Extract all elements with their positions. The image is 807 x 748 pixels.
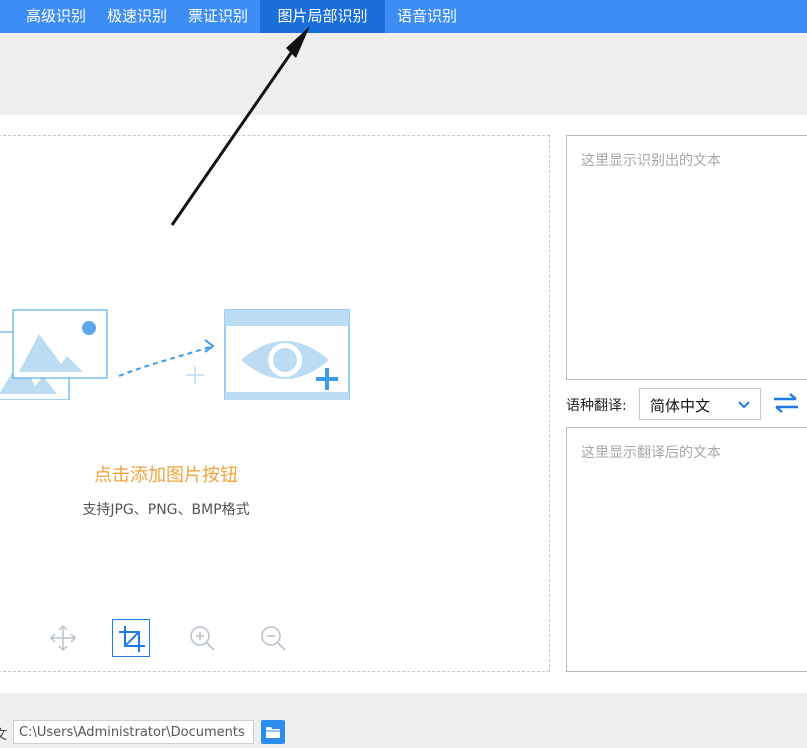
toolbar-area bbox=[0, 33, 807, 115]
chevron-down-icon bbox=[738, 401, 750, 409]
language-select[interactable]: 简体中文 bbox=[639, 388, 761, 420]
photo-front-icon bbox=[12, 309, 108, 379]
top-nav: 高级识别 极速识别 票证识别 图片局部识别 语音识别 bbox=[0, 0, 807, 33]
save-path-label: 文 bbox=[0, 728, 8, 743]
swap-arrows-icon bbox=[774, 393, 798, 413]
translate-language-row: 语种翻译: 简体中文 bbox=[566, 388, 807, 421]
preview-window-icon bbox=[224, 309, 350, 400]
zoom-in-icon bbox=[190, 626, 215, 651]
browse-folder-button[interactable] bbox=[261, 720, 285, 744]
translated-text-area[interactable]: 这里显示翻译后的文本 bbox=[566, 427, 807, 672]
tab-partial-image-recognition[interactable]: 图片局部识别 bbox=[260, 0, 385, 33]
zoom-out-icon bbox=[261, 626, 286, 651]
save-path-input[interactable] bbox=[13, 720, 254, 744]
zoom-out-button[interactable] bbox=[254, 619, 292, 657]
tab-voice-recognition[interactable]: 语音识别 bbox=[386, 0, 468, 33]
add-image-illustration[interactable] bbox=[0, 304, 351, 400]
folder-icon bbox=[266, 727, 280, 738]
add-image-prompt[interactable]: 点击添加图片按钮 bbox=[0, 461, 333, 487]
translate-language-label: 语种翻译: bbox=[566, 398, 627, 414]
tab-advanced-recognition[interactable]: 高级识别 bbox=[16, 0, 96, 33]
swap-language-button[interactable] bbox=[772, 392, 800, 418]
move-tool-button[interactable] bbox=[44, 619, 82, 657]
translated-text-placeholder: 这里显示翻译后的文本 bbox=[581, 445, 721, 461]
recognized-text-area[interactable]: 这里显示识别出的文本 bbox=[566, 135, 807, 380]
tab-fast-recognition[interactable]: 极速识别 bbox=[97, 0, 177, 33]
tab-certificate-recognition[interactable]: 票证识别 bbox=[178, 0, 258, 33]
crop-tool-button[interactable] bbox=[112, 619, 150, 657]
crop-icon bbox=[119, 626, 145, 652]
language-select-value: 简体中文 bbox=[650, 397, 711, 415]
supported-formats-hint: 支持JPG、PNG、BMP格式 bbox=[82, 502, 250, 518]
recognized-text-placeholder: 这里显示识别出的文本 bbox=[581, 153, 721, 169]
move-icon bbox=[49, 624, 77, 652]
zoom-in-button[interactable] bbox=[183, 619, 221, 657]
image-drop-area[interactable]: 点击添加图片按钮 支持JPG、PNG、BMP格式 bbox=[0, 135, 550, 672]
